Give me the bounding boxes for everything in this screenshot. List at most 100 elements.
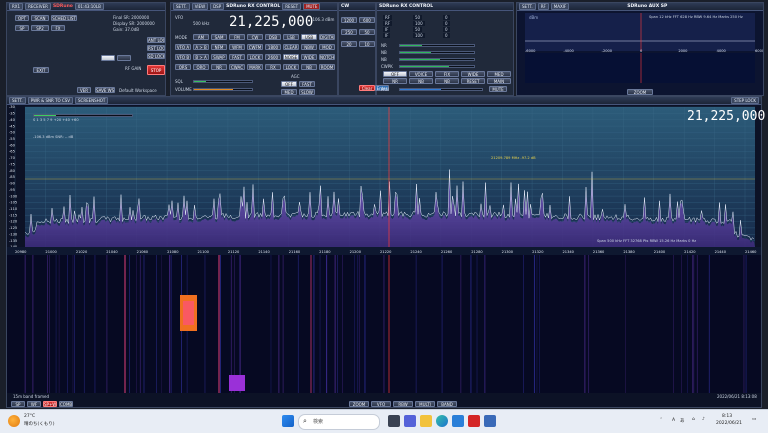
ctrl-row3-8[interactable]: NOTCH <box>319 54 335 60</box>
mode-button-usb[interactable]: USB <box>301 34 317 40</box>
notification-icon[interactable]: ▭ <box>752 417 756 422</box>
ctrl-row4-2[interactable]: NR <box>211 64 227 70</box>
exit-button[interactable]: EXIT <box>33 67 49 73</box>
widgets-icon[interactable] <box>404 415 416 427</box>
main-right-zoom[interactable]: ZOOM <box>349 401 369 407</box>
mem-slider-2[interactable] <box>399 58 475 61</box>
edge-icon[interactable] <box>436 415 448 427</box>
ctrl-row4-4[interactable]: MARK <box>247 64 263 70</box>
aux-zoom-button[interactable]: ZOOM <box>627 89 653 95</box>
squelch-slider[interactable] <box>193 80 253 83</box>
ctrl-row4-7[interactable]: NB <box>301 64 317 70</box>
tab-dsp[interactable]: DSP <box>210 3 225 10</box>
ctrl-row3-6[interactable]: NOISE <box>283 54 299 60</box>
ctrl-row3-5[interactable]: 2600 <box>265 54 281 60</box>
aux-tab-rf[interactable]: RF <box>537 3 549 10</box>
cw-value-3[interactable]: 50 <box>359 29 375 35</box>
cw-value-0[interactable]: 1200 <box>341 17 357 23</box>
mem-button-5[interactable]: NR <box>383 78 407 84</box>
mem-cell-2-2[interactable]: 0 <box>443 27 450 32</box>
mem-button-7[interactable]: NB <box>435 78 459 84</box>
ctrl-row2-1[interactable]: A > B <box>193 44 209 50</box>
main-bottom-sp+wf[interactable]: SP+WF <box>43 401 57 407</box>
mode-button-am[interactable]: AM <box>193 34 209 40</box>
store-icon[interactable] <box>452 415 464 427</box>
mode-indicator[interactable] <box>101 55 115 61</box>
main-tab-sett[interactable]: SETT. <box>9 97 26 104</box>
mode-button-sam[interactable]: SAM <box>211 34 227 40</box>
mem-cell-3-1[interactable]: 100 <box>413 33 425 38</box>
mcafee-icon[interactable] <box>468 415 480 427</box>
agc-off-button[interactable]: OFF <box>281 81 297 87</box>
ctrl-row2-0[interactable]: VFO A <box>175 44 191 50</box>
mem-button-1[interactable]: VOICE <box>409 71 433 77</box>
pan-slider[interactable] <box>399 88 483 91</box>
ctrl-row4-1[interactable]: QRQ <box>193 64 209 70</box>
mem-cell-0-0[interactable]: RF <box>383 15 393 20</box>
ctrl-row3-7[interactable]: WIDE <box>301 54 317 60</box>
ver-button[interactable]: VER <box>77 87 91 93</box>
mem-slider-1[interactable] <box>399 51 475 54</box>
ctrl-row3-4[interactable]: LOCK <box>247 54 263 60</box>
agc-fast-button[interactable]: FAST <box>299 81 315 87</box>
main-tab-screenshot[interactable]: SCREENSHOT <box>75 97 109 104</box>
fx-button[interactable]: FX <box>51 25 65 31</box>
mem-slider-3[interactable] <box>399 65 475 68</box>
mem-button-0[interactable]: OFF <box>383 71 407 77</box>
taskbar-search-box[interactable]: ⌕ 検索 <box>298 414 380 430</box>
ime-mode[interactable]: あ <box>680 418 685 424</box>
aux-tab-maxif[interactable]: MAXIF <box>550 3 570 10</box>
mode-button-lsb[interactable]: LSB <box>283 34 299 40</box>
ctrl-row4-3[interactable]: CWAC <box>229 64 245 70</box>
sched-list-button[interactable]: SCHED LIST <box>51 15 77 21</box>
main-right-band[interactable]: BAND <box>437 401 457 407</box>
ime-indicator[interactable]: A <box>672 418 675 423</box>
cw-value-4[interactable]: 20 <box>341 41 357 47</box>
tray-chevron-icon[interactable]: ˄ <box>660 418 662 423</box>
aux-tab-sett[interactable]: SETT. <box>519 3 536 10</box>
mute-button[interactable]: MUTE <box>489 86 507 92</box>
agc-med-button[interactable]: MED <box>281 89 297 95</box>
sdruno-icon[interactable] <box>484 415 496 427</box>
mem-cell-1-0[interactable]: RF <box>383 21 393 26</box>
tab-view[interactable]: VIEW <box>191 3 209 10</box>
cw-value-1[interactable]: 600 <box>359 17 375 23</box>
rst-lock-button[interactable]: RST LOCK <box>147 45 165 51</box>
ctrl-row3-0[interactable]: VFO B <box>175 54 191 60</box>
scan-button[interactable]: SCAN <box>31 15 49 21</box>
receiver-title[interactable]: RECEIVER <box>25 3 51 10</box>
mem-button-4[interactable]: MED <box>487 71 511 77</box>
ctrl-row2-8[interactable]: MOD <box>319 44 335 50</box>
task-view-icon[interactable] <box>388 415 400 427</box>
sp-button[interactable]: SP <box>15 25 29 31</box>
mem-button-2[interactable]: FIX <box>435 71 459 77</box>
mem-cell-1-2[interactable]: 0 <box>443 21 450 26</box>
ctrl-row2-7[interactable]: NBW <box>301 44 317 50</box>
ctrl-row4-6[interactable]: LOCK <box>283 64 299 70</box>
ctrl-row2-6[interactable]: CLEAR <box>283 44 299 50</box>
agc-slow-button[interactable]: SLOW <box>299 89 315 95</box>
ctrl-row2-3[interactable]: WFM <box>229 44 245 50</box>
ant-lock-button[interactable]: ANT LOCK <box>147 37 165 43</box>
file-explorer-icon[interactable] <box>420 415 432 427</box>
ctrl-row2-4[interactable]: CWFM <box>247 44 263 50</box>
weather-icon[interactable] <box>8 415 20 427</box>
rx-indicator[interactable] <box>117 55 131 61</box>
mem-cell-2-1[interactable]: 50 <box>413 27 423 32</box>
save-ws-button[interactable]: SAVE WS <box>95 87 115 93</box>
main-bottom-combo[interactable]: COMBO <box>59 401 73 407</box>
ctrl-row2-5[interactable]: 1800 <box>265 44 281 50</box>
main-right-vfo[interactable]: VFO <box>371 401 391 407</box>
cw-value-2[interactable]: 250 <box>341 29 357 35</box>
clock-date[interactable]: 2022/06/21 <box>716 421 742 426</box>
ctrl-row3-1[interactable]: B > A <box>193 54 209 60</box>
ctrl-row2-2[interactable]: NFM <box>211 44 227 50</box>
mode-button-fm[interactable]: FM <box>229 34 245 40</box>
mem-cell-1-1[interactable]: 100 <box>413 21 425 26</box>
mem-cell-0-2[interactable]: 0 <box>443 15 450 20</box>
main-bottom-sp[interactable]: SP <box>11 401 25 407</box>
mem-button-9[interactable]: MAIN <box>487 78 511 84</box>
ctrl-row3-2[interactable]: SWAP <box>211 54 227 60</box>
mem-cell-0-1[interactable]: 50 <box>413 15 423 20</box>
ctrl-row4-5[interactable]: RX <box>265 64 281 70</box>
